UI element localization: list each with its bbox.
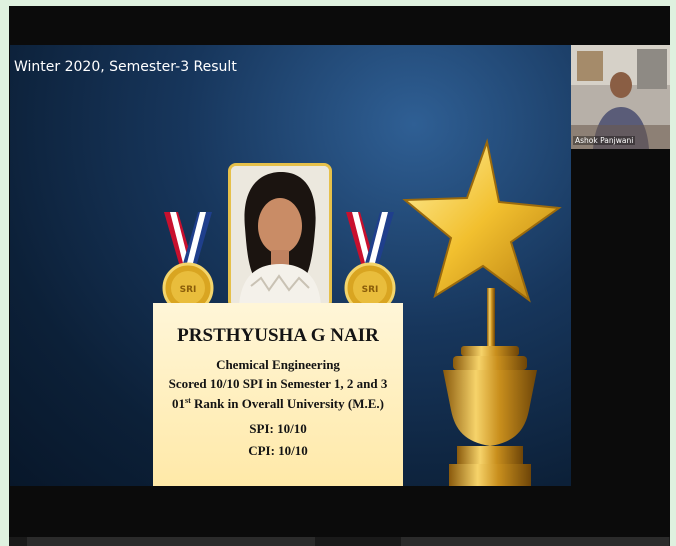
participant-name: Ashok Panjwani	[573, 136, 636, 145]
ticker-segment-left	[27, 537, 315, 546]
spi-line: SPI: 10/10	[249, 421, 307, 436]
scored-line: Scored 10/10 SPI in Semester 1, 2 and 3	[168, 376, 388, 391]
right-medal-label: SRI	[362, 285, 379, 295]
student-photo	[228, 163, 332, 309]
department: Chemical Engineering	[216, 357, 340, 372]
rank-text: Rank in Overall University (M.E.)	[190, 396, 384, 411]
shared-screen-slide: Winter 2020, Semester-3 Result SRI SRI P…	[10, 45, 571, 486]
participant-video-icon	[571, 45, 670, 149]
ticker-segment-right	[401, 537, 669, 546]
left-medal-label: SRI	[180, 285, 197, 295]
rank-line: 01st Rank in Overall University (M.E.)	[153, 396, 403, 412]
participant-video-tile[interactable]: Ashok Panjwani	[571, 45, 670, 149]
result-plaque: PRSTHYUSHA G NAIR Chemical Engineering S…	[153, 303, 403, 486]
rank-number: 01	[172, 396, 186, 411]
student-name: PRSTHYUSHA G NAIR	[177, 325, 379, 346]
student-portrait-icon	[231, 166, 329, 306]
star-trophy-icon	[402, 138, 562, 486]
cpi-line: CPI: 10/10	[248, 443, 308, 458]
slide-title: Winter 2020, Semester-3 Result	[14, 59, 237, 75]
bottom-ticker-bar	[9, 537, 670, 546]
